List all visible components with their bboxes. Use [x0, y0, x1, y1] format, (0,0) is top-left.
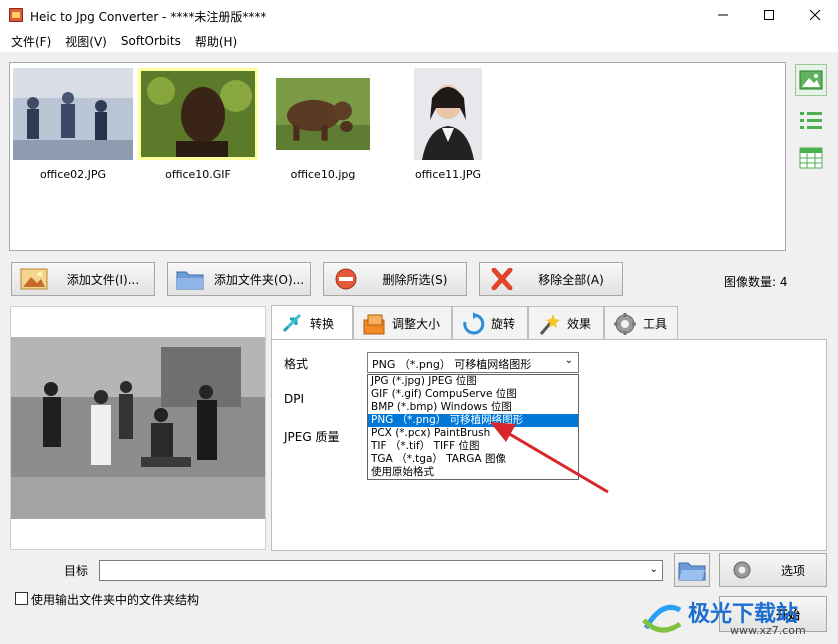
browse-folder-button[interactable] — [674, 553, 710, 587]
watermark: 极光下载站 www.xz7.com — [640, 594, 838, 644]
close-icon — [809, 9, 821, 21]
format-option[interactable]: JPG (*.jpg) JPEG 位图 — [368, 375, 578, 388]
thumbnail-item[interactable]: office10.GIF — [138, 68, 258, 183]
image-view-icon — [799, 70, 823, 90]
chevron-down-icon: ⌄ — [564, 355, 573, 366]
menu-bar: 文件(F) 视图(V) SoftOrbits 帮助(H) — [0, 30, 838, 52]
convert-arrow-icon — [280, 311, 304, 335]
window-title: Heic to Jpg Converter - ****未注册版**** — [30, 10, 267, 24]
magic-wand-icon — [537, 312, 561, 336]
format-selected-value: PNG （*.png） 可移植网络图形 — [372, 358, 532, 371]
app-icon — [9, 8, 23, 22]
chevron-down-icon: ⌄ — [649, 564, 658, 575]
minimize-icon — [718, 14, 728, 16]
menu-file[interactable]: 文件(F) — [4, 33, 58, 50]
remove-all-button[interactable]: 移除全部(A) — [479, 262, 623, 296]
format-label: 格式 — [284, 357, 309, 371]
jpeg-quality-label: JPEG 质量 — [284, 430, 340, 444]
image-count: 图像数量: 4 — [724, 275, 788, 289]
thumbnail-item[interactable]: office11.JPG — [388, 68, 508, 183]
options-label: 选项 — [780, 563, 805, 578]
thumbnail-caption: office02.JPG — [39, 168, 107, 181]
keep-folder-structure-label: 使用输出文件夹中的文件夹结构 — [31, 593, 200, 607]
resize-icon — [362, 312, 386, 336]
add-files-button[interactable]: 添加文件(I)... — [11, 262, 155, 296]
thumbnail-caption: office10.jpg — [290, 168, 356, 181]
dpi-label: DPI — [284, 392, 305, 406]
thumbnail-image — [141, 71, 255, 157]
maximize-button[interactable] — [746, 0, 792, 30]
format-option[interactable]: GIF (*.gif) CompuServe 位图 — [368, 388, 578, 401]
add-folder-label: 添加文件夹(O)... — [213, 272, 305, 287]
close-button[interactable] — [792, 0, 838, 30]
tab-convert[interactable]: 转换 — [271, 305, 353, 340]
view-list-button[interactable] — [795, 104, 827, 136]
tab-label: 转换 — [310, 316, 335, 331]
watermark-logo-icon — [642, 604, 682, 633]
thumbnail-image — [276, 78, 370, 150]
remove-selected-label: 删除所选(S) — [382, 272, 448, 287]
rotate-icon — [461, 311, 485, 336]
thumbnail-item[interactable]: office10.jpg — [263, 68, 383, 183]
thumbnail-caption: office10.GIF — [165, 168, 231, 181]
keep-folder-structure-checkbox[interactable] — [15, 592, 28, 605]
remove-selected-button[interactable]: 删除所选(S) — [323, 262, 467, 296]
add-files-label: 添加文件(I)... — [66, 272, 140, 287]
open-folder-icon — [678, 562, 706, 581]
add-folder-button[interactable]: 添加文件夹(O)... — [167, 262, 311, 296]
view-details-button[interactable] — [795, 142, 827, 174]
tab-label: 调整大小 — [392, 317, 441, 331]
thumbnail-caption: office11.JPG — [414, 168, 482, 181]
target-label: 目标 — [64, 564, 89, 578]
tab-resize[interactable]: 调整大小 — [353, 306, 452, 340]
tab-rotate[interactable]: 旋转 — [452, 306, 528, 340]
tab-label: 工具 — [643, 317, 668, 331]
table-view-icon — [799, 147, 823, 169]
menu-view[interactable]: 视图(V) — [58, 33, 114, 50]
menu-help[interactable]: 帮助(H) — [188, 33, 244, 50]
tab-label: 旋转 — [491, 317, 516, 331]
thumbnail-selection — [138, 68, 258, 160]
title-bar: Heic to Jpg Converter - ****未注册版**** — [0, 0, 838, 30]
tab-label: 效果 — [567, 317, 592, 331]
menu-softorbits[interactable]: SoftOrbits — [114, 34, 188, 48]
thumbnail-image — [414, 68, 482, 160]
annotation-arrow-icon — [490, 422, 609, 494]
preview-image — [11, 337, 265, 519]
watermark-url: www.xz7.com — [730, 624, 806, 637]
gear-icon — [613, 312, 637, 336]
thumbnail-item[interactable]: office02.JPG — [13, 68, 133, 183]
target-folder-input[interactable]: ⌄ — [99, 560, 663, 581]
view-thumbnails-button[interactable] — [795, 64, 827, 96]
image-list[interactable]: office02.JPG office10.GIF office10.jpg o… — [9, 62, 786, 251]
options-button[interactable]: 选项 — [719, 553, 827, 587]
format-select[interactable]: PNG （*.png） 可移植网络图形 ⌄ — [367, 352, 579, 373]
image-preview — [10, 306, 266, 550]
thumbnail-image — [13, 68, 133, 160]
tab-effects[interactable]: 效果 — [528, 306, 604, 340]
list-view-icon — [800, 112, 822, 129]
tab-tools[interactable]: 工具 — [604, 306, 678, 340]
minimize-button[interactable] — [700, 0, 746, 30]
remove-all-label: 移除全部(A) — [538, 272, 604, 287]
maximize-icon — [764, 10, 774, 20]
